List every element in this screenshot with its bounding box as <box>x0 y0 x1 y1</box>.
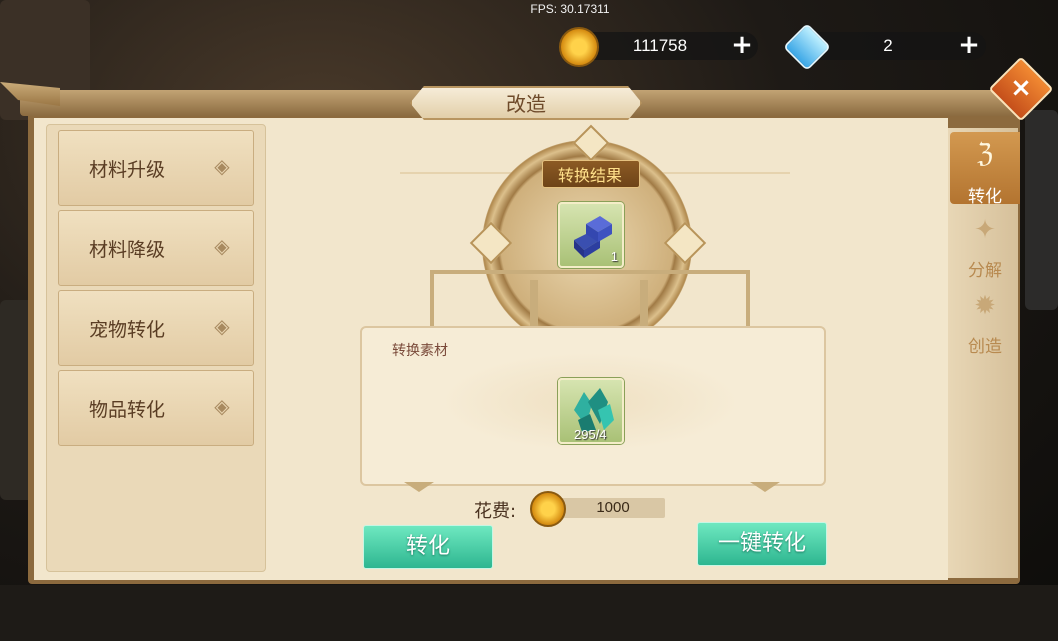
connector-post <box>530 280 538 328</box>
add-gold-button[interactable]: + <box>729 32 755 59</box>
convert-button[interactable]: 转化 <box>363 525 493 569</box>
connector-frame <box>430 270 750 330</box>
diamond-amount: 2 <box>883 36 893 55</box>
tab-create[interactable]: ✹ 创造 <box>950 284 1020 357</box>
material-item-slot[interactable]: 295/4 <box>558 378 624 444</box>
menu-item-material-downgrade[interactable]: 材料降级 ◈ <box>58 210 254 286</box>
tab-label: 转化 <box>968 187 1002 207</box>
material-count: 295/4 <box>574 427 607 442</box>
cost-value: 1000 <box>596 499 630 516</box>
menu-item-label: 物品转化 <box>89 399 166 421</box>
rune-icon: ℨ <box>976 139 994 169</box>
tab-label: 分解 <box>968 261 1002 281</box>
cost-label: 花费: <box>474 501 517 522</box>
result-count: 1 <box>610 249 618 264</box>
menu-item-label: 材料升级 <box>89 159 166 181</box>
material-label: 转换素材 <box>392 343 448 359</box>
decompose-icon: ✦ <box>974 215 996 245</box>
tab-label: 创造 <box>968 337 1002 357</box>
background-scenery <box>1025 110 1058 310</box>
menu-item-label: 材料降级 <box>89 239 166 261</box>
chevron-down-icon: ◈ <box>214 234 230 258</box>
background-scenery <box>0 585 1058 641</box>
menu-item-label: 宠物转化 <box>89 319 166 341</box>
tab-decompose[interactable]: ✦ 分解 <box>950 208 1020 281</box>
chevron-down-icon: ◈ <box>214 394 230 418</box>
gold-coin-icon <box>559 27 599 67</box>
gear-icon: ✹ <box>974 291 996 321</box>
gold-amount: 111758 <box>632 36 688 55</box>
tab-convert[interactable]: ℨ 转化 <box>950 132 1020 207</box>
chevron-down-icon: ◈ <box>214 314 230 338</box>
gold-coin-icon <box>530 491 566 527</box>
diamond-icon <box>782 22 832 72</box>
menu-item-item-convert[interactable]: 物品转化 ◈ <box>58 370 254 446</box>
add-diamond-button[interactable]: + <box>956 32 982 59</box>
chevron-down-icon: ◈ <box>214 154 230 178</box>
fps-counter: FPS: 30.17311 <box>530 2 610 16</box>
result-label: 转换结果 <box>557 166 622 185</box>
convert-all-button[interactable]: 一键转化 <box>697 522 827 566</box>
connector-post <box>640 280 648 328</box>
menu-item-material-upgrade[interactable]: 材料升级 ◈ <box>58 130 254 206</box>
result-item-slot[interactable]: 1 <box>558 202 624 268</box>
dialog-title: 改造 <box>506 92 546 116</box>
menu-item-pet-convert[interactable]: 宠物转化 ◈ <box>58 290 254 366</box>
